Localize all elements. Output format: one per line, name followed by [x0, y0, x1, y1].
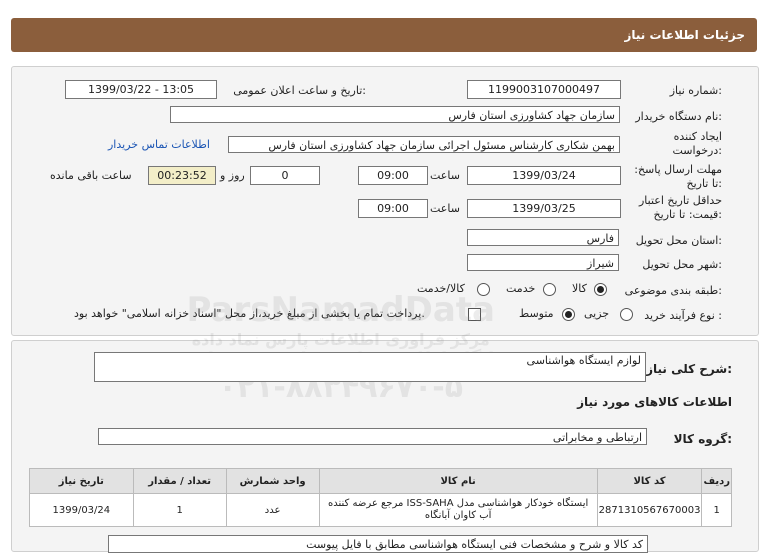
process-label: نوع فرآیند خرید : [644, 309, 722, 322]
validity-date-field: 1399/03/25 [467, 199, 621, 218]
process-minor-radio[interactable] [620, 308, 633, 321]
cell-qty: 1 [132, 493, 227, 527]
goods-info-title: اطلاعات کالاهای مورد نیاز [577, 395, 732, 409]
validity-time-label: ساعت [430, 202, 460, 215]
announce-field: 1399/03/22 - 13:05 [65, 80, 217, 99]
send-deadline-label: مهلت ارسال پاسخ: تا تاریخ: [634, 163, 722, 190]
table-row[interactable]: 1 2871310567670003 ایستگاه خودکار هواشنا… [29, 493, 732, 527]
cell-unit: عدد [225, 493, 320, 527]
category-goods-radio[interactable] [594, 283, 607, 296]
col-code-header: کد کالا [596, 468, 703, 494]
remaining-label: ساعت باقی مانده [50, 169, 132, 182]
goods-table-rtl: ردیف کد کالا نام کالا واحد شمارش تعداد /… [29, 468, 732, 527]
send-time-label: ساعت [430, 169, 460, 182]
category-label: طبقه بندی موضوعی: [624, 284, 722, 297]
province-field: فارس [467, 229, 619, 246]
need-description-field: لوازم ایستگاه هواشناسی [94, 352, 646, 382]
process-medium-label: متوسط [519, 307, 554, 320]
category-both-radio[interactable] [477, 283, 490, 296]
days-label: روز و [220, 169, 245, 182]
need-description-label: شرح کلی نیاز: [646, 362, 732, 376]
category-service-radio[interactable] [543, 283, 556, 296]
cell-date: 1399/03/24 [29, 493, 134, 527]
creator-label: ایجاد کننده درخواست: [672, 130, 723, 157]
category-both-label: کالا/خدمت [417, 282, 465, 295]
col-index-header: ردیف [701, 468, 732, 494]
remaining-time-field: 00:23:52 [148, 166, 216, 185]
payment-note: پرداخت تمام یا بخشی از مبلغ خرید،از محل … [74, 307, 425, 320]
days-field: 0 [250, 166, 320, 185]
table-header-row: ردیف کد کالا نام کالا واحد شمارش تعداد /… [29, 468, 732, 494]
announce-label: تاریخ و ساعت اعلان عمومی: [233, 84, 366, 97]
cell-name: ایستگاه خودکار هواشناسی مدل ISS-SAHA مرج… [318, 493, 598, 527]
city-field: شیراز [467, 254, 619, 271]
col-unit-header: واحد شمارش [225, 468, 320, 494]
cell-code: 2871310567670003 [596, 493, 703, 527]
need-number-field: 1199003107000497 [467, 80, 621, 99]
buyer-org-label: نام دستگاه خریدار: [635, 110, 722, 123]
city-label: شهر محل تحویل: [642, 258, 722, 271]
process-medium-radio[interactable] [562, 308, 575, 321]
cell-index: 1 [701, 493, 732, 527]
col-date-header: تاریخ نیاز [29, 468, 134, 494]
province-label: استان محل تحویل: [635, 234, 722, 247]
category-service-label: خدمت [506, 282, 536, 295]
page-header: جزئیات اطلاعات نیاز [11, 18, 757, 52]
process-minor-label: جزیی [584, 307, 610, 320]
col-qty-header: تعداد / مقدار [132, 468, 227, 494]
send-time-field: 09:00 [358, 166, 428, 185]
goods-group-label: گروه کالا: [673, 432, 732, 446]
creator-field: بهمن شکاری کارشناس مسئول اجرائی سازمان ج… [228, 136, 620, 153]
col-name-header: نام کالا [318, 468, 598, 494]
treasury-checkbox[interactable] [468, 308, 481, 321]
send-date-field: 1399/03/24 [467, 166, 621, 185]
page-title: جزئیات اطلاعات نیاز [624, 28, 745, 42]
buyer-contact-link[interactable]: اطلاعات تماس خریدار [108, 138, 210, 151]
need-number-label: شماره نیاز: [669, 84, 722, 97]
goods-group-field: ارتباطی و مخابراتی [98, 428, 647, 445]
validity-time-field: 09:00 [358, 199, 428, 218]
buyer-notes-field: کد کالا و شرح و مشخصات فنی ایستگاه هواشن… [108, 535, 648, 553]
validity-label: حداقل تاریخ اعتبار قیمت: تا تاریخ: [638, 194, 722, 221]
category-goods-label: کالا [572, 282, 587, 295]
buyer-org-field: سازمان جهاد کشاورزی استان فارس [170, 106, 620, 123]
